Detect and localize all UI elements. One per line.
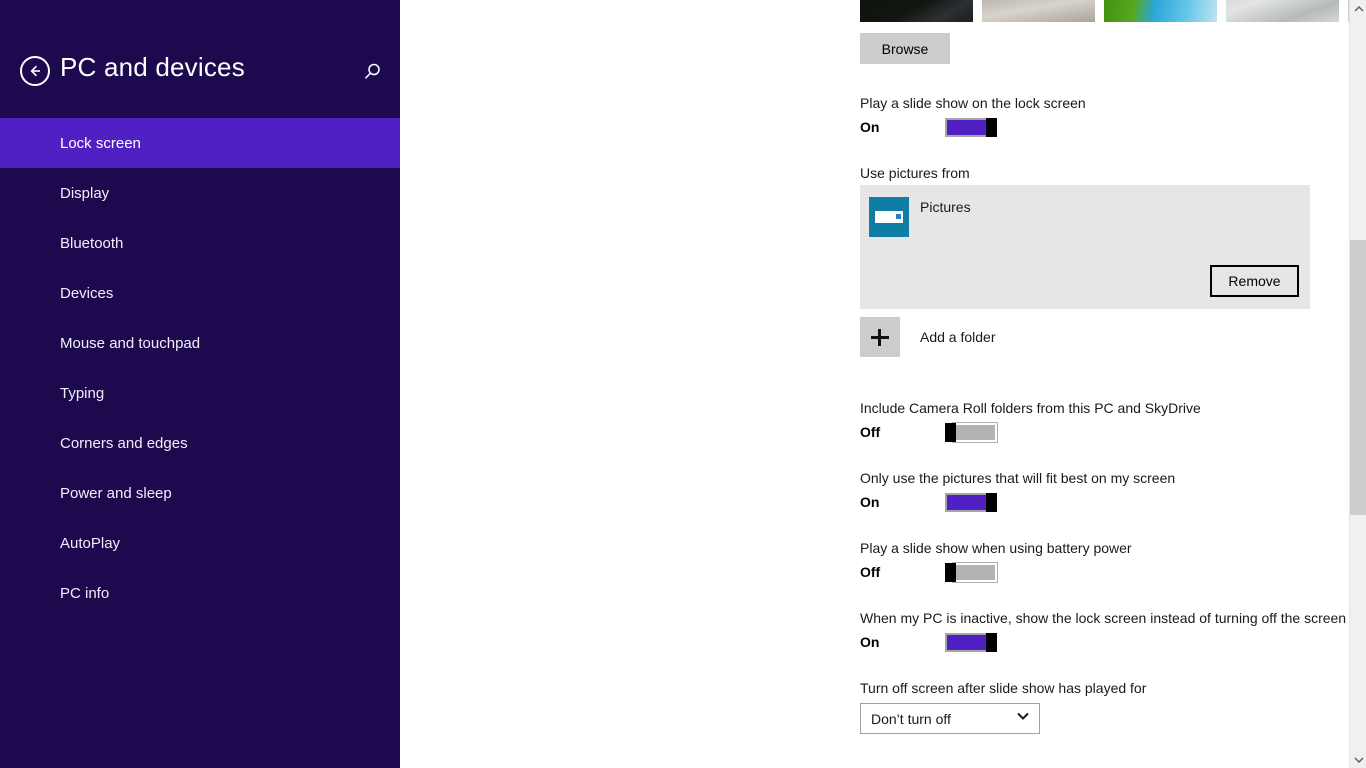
battery-slideshow-label: Play a slide show when using battery pow… — [860, 540, 1132, 556]
chevron-up-icon[interactable] — [1350, 0, 1366, 17]
lock-screen-preview-thumbnails — [860, 0, 1366, 22]
sidebar-item-label: Power and sleep — [60, 484, 172, 502]
pictures-icon-sheet — [875, 211, 903, 223]
scrollbar-thumb[interactable] — [1350, 240, 1366, 515]
pictures-icon-dot — [896, 214, 901, 219]
camera-roll-state: Off — [860, 424, 881, 440]
toggle-track — [945, 632, 989, 652]
slideshow-toggle-row: On — [860, 117, 997, 137]
toggle-knob — [986, 632, 997, 652]
camera-roll-toggle[interactable] — [945, 421, 998, 443]
inactive-lock-label: When my PC is inactive, show the lock sc… — [860, 610, 1347, 626]
slideshow-state: On — [860, 119, 880, 135]
pictures-folder-panel: Pictures Remove — [860, 185, 1310, 309]
inactive-lock-state: On — [860, 634, 880, 650]
sidebar-item-devices[interactable]: Devices — [0, 268, 400, 318]
sidebar-nav: Lock screen Display Bluetooth Devices Mo… — [0, 118, 400, 618]
battery-slideshow-toggle-row: Off — [860, 561, 998, 583]
thumbnail-gray-concrete[interactable] — [982, 0, 1095, 22]
chevron-down-icon — [1015, 708, 1031, 729]
browse-button[interactable]: Browse — [860, 33, 950, 64]
vertical-scrollbar[interactable] — [1349, 0, 1366, 768]
toggle-track — [945, 117, 989, 137]
toggle-knob — [945, 562, 956, 582]
sidebar-item-display[interactable]: Display — [0, 168, 400, 218]
settings-app: PC and devices Lock screen Display Bluet… — [0, 0, 1366, 768]
toggle-track — [952, 421, 998, 443]
sidebar-item-typing[interactable]: Typing — [0, 368, 400, 418]
toggle-track — [952, 561, 998, 583]
sidebar-item-label: Devices — [60, 284, 114, 302]
toggle-knob — [945, 422, 956, 442]
sidebar-item-label: AutoPlay — [60, 534, 121, 552]
remove-button[interactable]: Remove — [1210, 265, 1299, 297]
sidebar-item-label: Mouse and touchpad — [60, 334, 201, 352]
add-folder-label: Add a folder — [920, 329, 996, 345]
back-arrow-icon[interactable] — [20, 56, 50, 86]
battery-slideshow-toggle[interactable] — [945, 561, 998, 583]
toggle-knob — [986, 492, 997, 512]
page-title: PC and devices — [60, 52, 245, 82]
fit-best-toggle-row: On — [860, 492, 997, 512]
use-pictures-from-label: Use pictures from — [860, 165, 970, 181]
sidebar-header: PC and devices — [0, 0, 400, 118]
fit-best-toggle[interactable] — [945, 492, 997, 512]
fit-best-state: On — [860, 494, 880, 510]
sidebar-item-label: Display — [60, 184, 110, 202]
camera-roll-label: Include Camera Roll folders from this PC… — [860, 400, 1201, 416]
sidebar: PC and devices Lock screen Display Bluet… — [0, 0, 400, 768]
thumbnail-green-blue-pool[interactable] — [1104, 0, 1217, 22]
sidebar-item-lock-screen[interactable]: Lock screen — [0, 118, 400, 168]
thumbnail-dark-road[interactable] — [860, 0, 973, 22]
sidebar-item-bluetooth[interactable]: Bluetooth — [0, 218, 400, 268]
sidebar-item-power-and-sleep[interactable]: Power and sleep — [0, 468, 400, 518]
sidebar-item-autoplay[interactable]: AutoPlay — [0, 518, 400, 568]
inactive-lock-toggle-row: On — [860, 632, 997, 652]
search-icon[interactable] — [358, 58, 386, 86]
sidebar-item-mouse-and-touchpad[interactable]: Mouse and touchpad — [0, 318, 400, 368]
turn-off-screen-dropdown[interactable]: Don’t turn off — [860, 703, 1040, 734]
toggle-knob — [986, 117, 997, 137]
slideshow-label: Play a slide show on the lock screen — [860, 95, 1086, 111]
turn-off-screen-label: Turn off screen after slide show has pla… — [860, 680, 1147, 696]
sidebar-item-label: Bluetooth — [60, 234, 124, 252]
battery-slideshow-state: Off — [860, 564, 881, 580]
add-folder-row[interactable]: Add a folder — [860, 317, 996, 357]
plus-icon[interactable] — [860, 317, 900, 357]
sidebar-item-label: Corners and edges — [60, 434, 188, 452]
sidebar-item-label: Lock screen — [60, 134, 141, 152]
settings-content: Browse Play a slide show on the lock scr… — [400, 0, 1366, 768]
fit-best-label: Only use the pictures that will fit best… — [860, 470, 1176, 486]
inactive-lock-toggle[interactable] — [945, 632, 997, 652]
sidebar-item-pc-info[interactable]: PC info — [0, 568, 400, 618]
turn-off-screen-value: Don’t turn off — [871, 710, 951, 727]
sidebar-item-label: PC info — [60, 584, 110, 602]
slideshow-toggle[interactable] — [945, 117, 997, 137]
thumbnail-water-droplets[interactable] — [1226, 0, 1339, 22]
sidebar-item-label: Typing — [60, 384, 105, 402]
camera-roll-toggle-row: Off — [860, 421, 998, 443]
sidebar-item-corners-and-edges[interactable]: Corners and edges — [0, 418, 400, 468]
toggle-track — [945, 492, 989, 512]
pictures-folder-icon — [869, 197, 909, 237]
pictures-folder-name: Pictures — [920, 199, 971, 215]
chevron-down-icon[interactable] — [1350, 751, 1366, 768]
